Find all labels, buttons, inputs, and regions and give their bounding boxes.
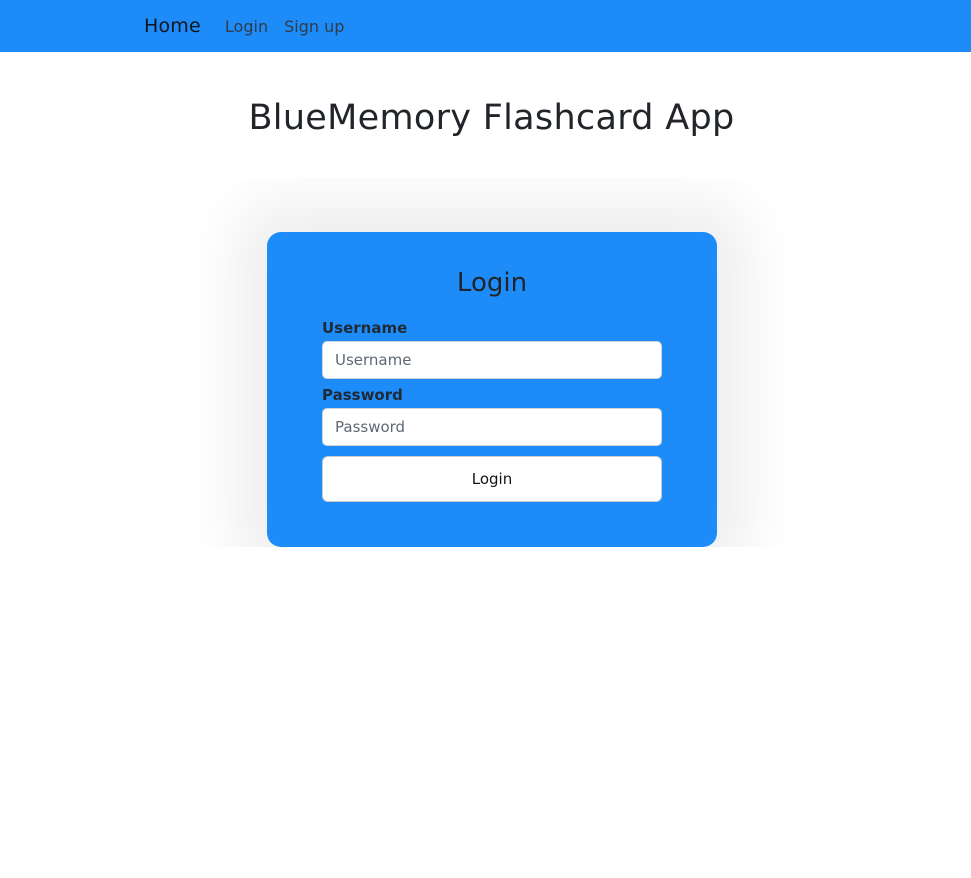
top-navbar: Home Login Sign up <box>0 0 971 52</box>
nav-login-link[interactable]: Login <box>225 17 268 36</box>
page-title: BlueMemory Flashcard App <box>248 98 735 138</box>
login-button[interactable]: Login <box>322 456 662 502</box>
password-input[interactable] <box>322 408 662 446</box>
username-label: Username <box>322 319 408 337</box>
password-label: Password <box>322 386 403 404</box>
login-card-wrapper: Login Username Password Login <box>172 178 812 547</box>
login-card: Login Username Password Login <box>267 232 717 547</box>
username-input[interactable] <box>322 341 662 379</box>
nav-home-link[interactable]: Home <box>144 15 201 37</box>
login-card-title: Login <box>456 268 528 298</box>
navbar-content: Home Login Sign up <box>144 0 360 52</box>
nav-signup-link[interactable]: Sign up <box>284 17 344 36</box>
